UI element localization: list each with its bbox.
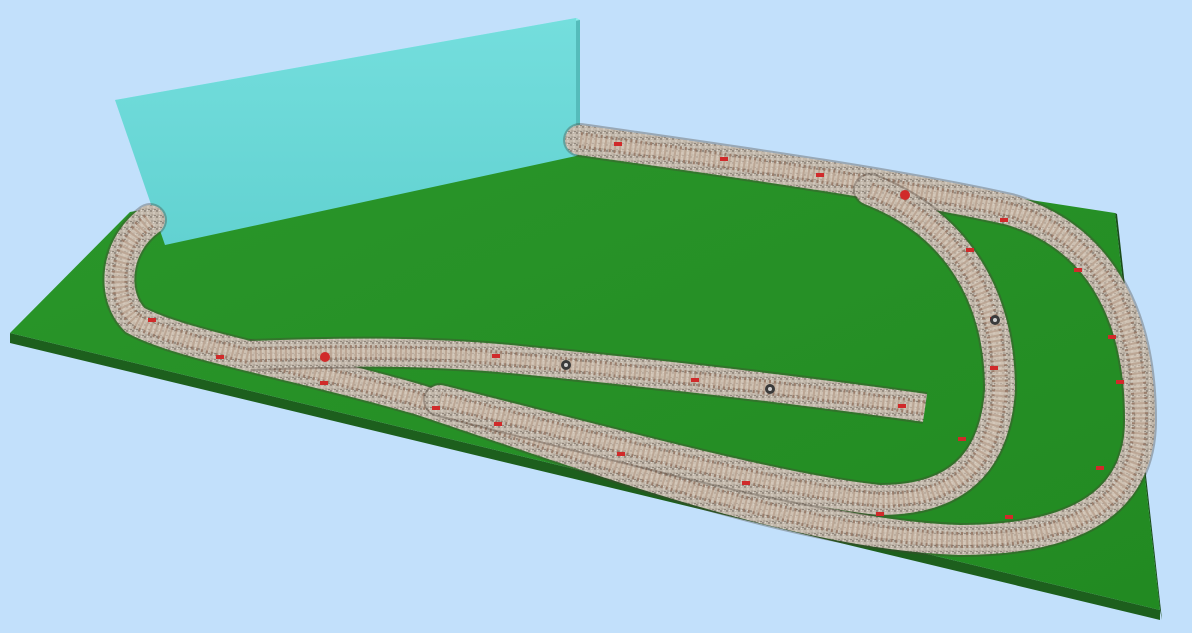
turnout-right-marker[interactable]	[900, 190, 910, 200]
section-marker[interactable]	[494, 422, 502, 426]
section-marker[interactable]	[1096, 466, 1104, 470]
section-marker[interactable]	[691, 378, 699, 382]
section-marker[interactable]	[320, 381, 328, 385]
track-signal-2[interactable]	[765, 384, 775, 394]
turnout-right[interactable]	[900, 190, 910, 200]
signal-lens	[993, 318, 997, 322]
section-marker[interactable]	[1005, 515, 1013, 519]
section-marker[interactable]	[958, 437, 966, 441]
section-marker[interactable]	[1108, 335, 1116, 339]
section-marker[interactable]	[614, 142, 622, 146]
turnout-left-marker[interactable]	[320, 352, 330, 362]
section-marker[interactable]	[720, 157, 728, 161]
section-marker[interactable]	[990, 366, 998, 370]
section-marker[interactable]	[816, 173, 824, 177]
section-marker[interactable]	[1074, 268, 1082, 272]
section-marker[interactable]	[617, 452, 625, 456]
section-marker[interactable]	[1000, 218, 1008, 222]
track-signal-3[interactable]	[990, 315, 1000, 325]
section-marker[interactable]	[148, 318, 156, 322]
section-marker[interactable]	[742, 481, 750, 485]
section-marker[interactable]	[432, 406, 440, 410]
section-marker[interactable]	[876, 512, 884, 516]
section-marker[interactable]	[216, 355, 224, 359]
layout-scene[interactable]	[0, 0, 1192, 633]
turnout-left[interactable]	[320, 352, 330, 362]
track-signal-1[interactable]	[561, 360, 571, 370]
layout-3d-viewport[interactable]	[0, 0, 1192, 633]
signal-lens	[768, 387, 772, 391]
section-marker[interactable]	[898, 404, 906, 408]
section-marker[interactable]	[492, 354, 500, 358]
section-marker[interactable]	[1116, 380, 1124, 384]
signal-lens	[564, 363, 568, 367]
section-marker[interactable]	[966, 248, 974, 252]
